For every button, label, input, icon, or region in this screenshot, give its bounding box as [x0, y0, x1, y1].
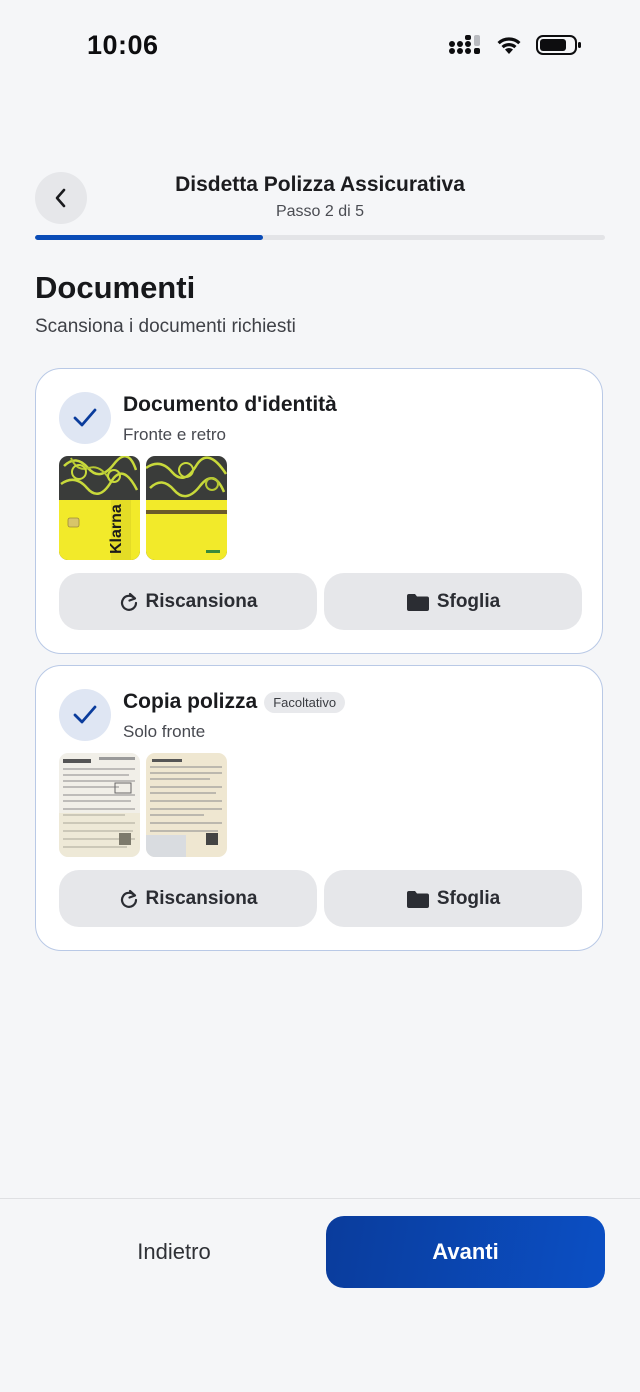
progress-fill: [35, 235, 263, 240]
progress-bar: [35, 235, 605, 240]
browse-label: Sfoglia: [436, 887, 501, 909]
browse-button[interactable]: Sfoglia: [324, 870, 582, 927]
klarna-logo-text: Klarna: [108, 504, 125, 554]
check-icon: [73, 408, 97, 427]
refresh-icon: [120, 889, 137, 908]
rescan-button[interactable]: Riscansiona: [59, 573, 317, 630]
completed-check: [59, 392, 111, 444]
header-title: Disdetta Polizza Assicurativa: [175, 173, 465, 196]
scan-thumbnail-front[interactable]: Klarna: [59, 456, 140, 560]
completed-check: [59, 689, 111, 741]
battery-icon: [536, 35, 581, 55]
status-time: 10:06: [87, 30, 159, 60]
scan-thumbnails: Klarna: [59, 456, 227, 560]
rescan-button[interactable]: Riscansiona: [59, 870, 317, 927]
optional-badge: Facoltativo: [264, 691, 346, 713]
rescan-label: Riscansiona: [145, 887, 258, 909]
document-card-identity: Documento d'identità Fronte e retro Klar…: [35, 368, 603, 654]
back-footer-button[interactable]: Indietro: [35, 1216, 313, 1288]
card-title: Copia polizza Facoltativo: [123, 690, 346, 714]
scan-thumbnails: [59, 753, 227, 857]
step-indicator: Passo 2 di 5: [275, 203, 365, 220]
browse-button[interactable]: Sfoglia: [324, 573, 582, 630]
wifi-icon: [497, 37, 521, 54]
card-subtitle: Solo fronte: [123, 722, 206, 741]
refresh-icon: [120, 592, 137, 611]
folder-icon: [406, 593, 429, 611]
folder-icon: [406, 890, 429, 908]
next-button[interactable]: Avanti: [326, 1216, 605, 1288]
scan-thumbnail-back[interactable]: [146, 456, 227, 560]
browse-label: Sfoglia: [436, 590, 501, 612]
scan-thumbnail-page-1[interactable]: [59, 753, 140, 857]
scan-thumbnail-page-2[interactable]: [146, 753, 227, 857]
document-card-policy: Copia polizza Facoltativo Solo fronte Ri…: [35, 665, 603, 951]
page-subtitle: Scansiona i documenti richiesti: [35, 316, 296, 337]
card-subtitle: Fronte e retro: [123, 425, 226, 444]
status-bar: 10:06: [0, 0, 640, 95]
check-icon: [73, 705, 97, 724]
card-title-text: Documento d'identità: [123, 393, 337, 416]
signal-icon: [449, 35, 480, 54]
card-title: Documento d'identità: [123, 393, 337, 417]
rescan-label: Riscansiona: [145, 590, 258, 612]
card-title-text: Copia polizza: [123, 690, 258, 713]
page-title: Documenti: [35, 270, 196, 305]
